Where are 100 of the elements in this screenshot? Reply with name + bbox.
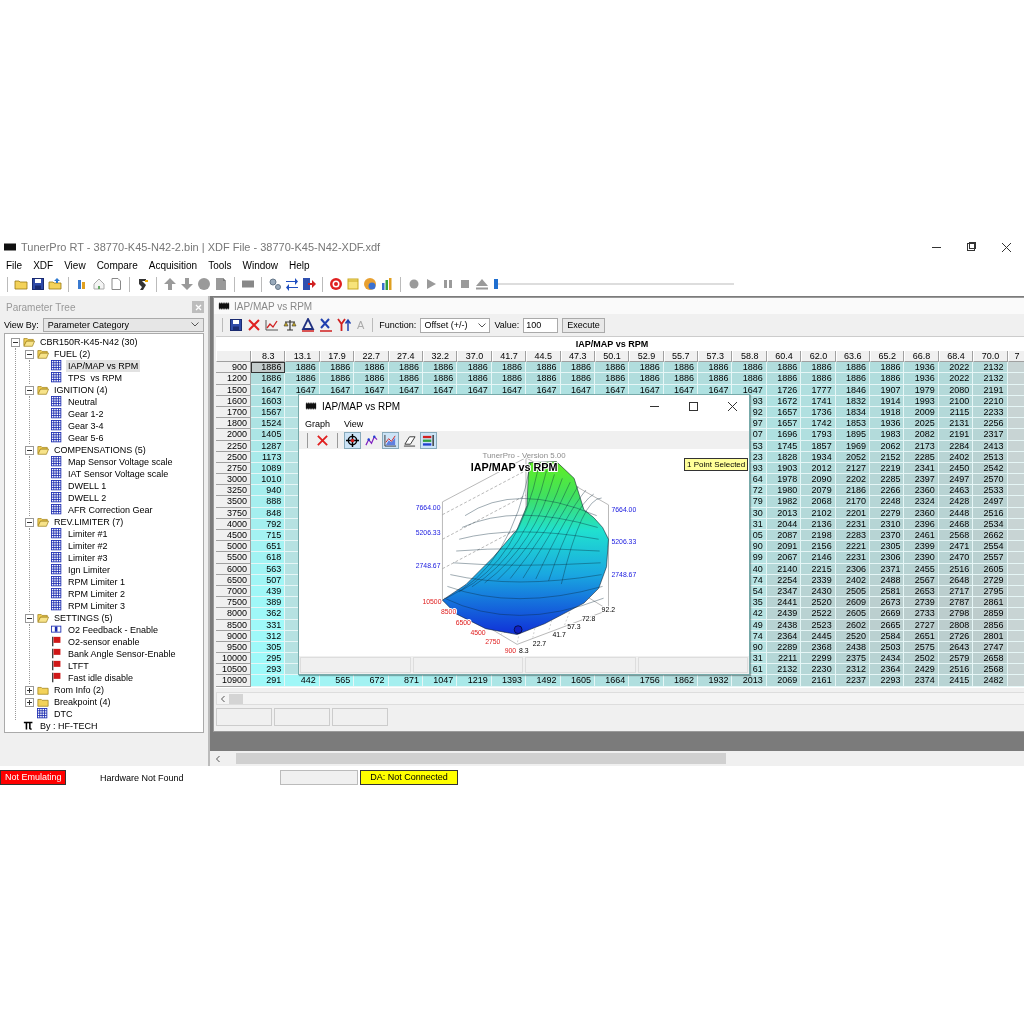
- tree-item[interactable]: RPM Limiter 1: [66, 576, 127, 588]
- horizontal-scrollbar[interactable]: [216, 692, 1024, 705]
- tree-item[interactable]: Limiter #3: [66, 552, 110, 564]
- tree-item[interactable]: CBR150R-K45-N42 (30): [38, 336, 140, 348]
- expand-icon[interactable]: [25, 697, 34, 707]
- eraser-icon[interactable]: [403, 433, 416, 447]
- caret-icon[interactable]: [191, 322, 199, 327]
- tree-item[interactable]: LTFT: [66, 660, 91, 672]
- tree-item[interactable]: Bank Angle Sensor-Enable: [66, 648, 178, 660]
- pen-icon[interactable]: [136, 277, 150, 291]
- delete-icon[interactable]: [247, 318, 261, 332]
- swap-arrows-icon[interactable]: [285, 277, 299, 291]
- function-dropdown[interactable]: Offset (+/-): [420, 317, 491, 333]
- tree-item[interactable]: Limiter #2: [66, 540, 110, 552]
- tree-item[interactable]: Limiter #1: [66, 528, 110, 540]
- tree-item[interactable]: Ign Limiter: [66, 564, 113, 576]
- tree-item[interactable]: Gear 3-4: [66, 420, 106, 432]
- chip-icon[interactable]: [241, 277, 255, 291]
- globe-icon[interactable]: [363, 277, 377, 291]
- tree-item[interactable]: IAT Sensor Voltage scale: [66, 468, 171, 480]
- play-icon[interactable]: [424, 277, 438, 291]
- y-axis-icon[interactable]: [337, 318, 351, 332]
- collapse-icon[interactable]: [25, 613, 34, 623]
- menu-item[interactable]: Window: [242, 259, 279, 271]
- caret-icon[interactable]: [478, 322, 487, 328]
- menu-item[interactable]: Compare: [96, 259, 138, 271]
- tree-item[interactable]: Breakpoint (4): [52, 696, 113, 708]
- tree-item[interactable]: AFR Correction Gear: [66, 504, 155, 516]
- area-chart-toggle[interactable]: [382, 431, 399, 449]
- collapse-icon[interactable]: [25, 349, 34, 359]
- menu-item[interactable]: Graph: [305, 418, 330, 429]
- collapse-icon[interactable]: [11, 337, 20, 347]
- down-arrow-icon[interactable]: [180, 277, 194, 291]
- bar-chart-icon[interactable]: [380, 277, 394, 291]
- export-icon[interactable]: [302, 277, 316, 291]
- close-icon[interactable]: [726, 400, 738, 412]
- house-icon[interactable]: [92, 277, 106, 291]
- tree-item[interactable]: FUEL (2): [52, 348, 93, 360]
- line-chart-icon[interactable]: [265, 318, 279, 332]
- triangle-icon[interactable]: [301, 318, 315, 332]
- horizontal-scrollbar[interactable]: [210, 751, 1024, 766]
- circle-icon[interactable]: [197, 277, 211, 291]
- trace-icon[interactable]: [365, 433, 378, 447]
- row-header: 2000: [216, 429, 251, 441]
- tree-item[interactable]: TPS vs RPM: [66, 372, 124, 384]
- pages-icon[interactable]: [214, 277, 228, 291]
- gears-icon[interactable]: [268, 277, 282, 291]
- tree-item[interactable]: IAP/MAP vs RPM: [66, 360, 141, 372]
- tree-item[interactable]: RPM Limiter 3: [66, 600, 127, 612]
- target-icon[interactable]: [329, 277, 343, 291]
- scroll-thumb[interactable]: [229, 693, 243, 704]
- tree-item[interactable]: COMPENSATIONS (5): [52, 444, 148, 456]
- tree-item[interactable]: SETTINGS (5): [52, 612, 115, 624]
- delete-icon[interactable]: [316, 433, 329, 447]
- tree-item[interactable]: Neutral: [66, 396, 99, 408]
- tree-item[interactable]: DTC: [52, 708, 75, 720]
- menu-item[interactable]: Help: [289, 259, 310, 271]
- tree-item[interactable]: O2 Feedback - Enable: [66, 624, 161, 636]
- tree-item[interactable]: DWELL 2: [66, 492, 109, 504]
- tree-item[interactable]: O2-sensor enable: [66, 636, 142, 648]
- x-axis-icon[interactable]: [319, 318, 333, 332]
- maximize-icon[interactable]: [687, 400, 699, 412]
- collapse-icon[interactable]: [25, 445, 34, 455]
- collapse-icon[interactable]: [25, 385, 34, 395]
- balance-icon[interactable]: [283, 318, 297, 332]
- tree-item[interactable]: DWELL 1: [66, 480, 109, 492]
- expand-icon[interactable]: [25, 685, 34, 695]
- menu-item[interactable]: XDF: [33, 259, 54, 271]
- page-icon[interactable]: [109, 277, 123, 291]
- tree-item[interactable]: Map Sensor Voltage scale: [66, 456, 175, 468]
- stop-icon[interactable]: [458, 277, 472, 291]
- maximize-icon[interactable]: [966, 241, 977, 253]
- execute-button[interactable]: Execute: [562, 317, 605, 333]
- menu-item[interactable]: View: [344, 418, 364, 429]
- up-arrow-icon[interactable]: [163, 277, 177, 291]
- collapse-icon[interactable]: [25, 517, 34, 527]
- pause-icon[interactable]: [441, 277, 455, 291]
- view-by-dropdown[interactable]: Parameter Category: [42, 317, 204, 332]
- tree-item[interactable]: Gear 1-2: [66, 408, 106, 420]
- tree-item[interactable]: Gear 5-6: [66, 432, 106, 444]
- position-slider[interactable]: [494, 278, 734, 290]
- tree-item[interactable]: By : HF-TECH: [38, 720, 100, 732]
- menu-item[interactable]: Tools: [208, 259, 232, 271]
- menu-item[interactable]: Acquisition: [148, 259, 198, 271]
- close-icon[interactable]: [1001, 241, 1012, 253]
- menu-item[interactable]: View: [64, 259, 86, 271]
- tree-item[interactable]: REV.LIMITER (7): [52, 516, 126, 528]
- record-icon[interactable]: [407, 277, 421, 291]
- tree-item[interactable]: IGNITION (4): [52, 384, 110, 396]
- value-field[interactable]: 100: [523, 317, 559, 333]
- menu-item[interactable]: File: [6, 259, 23, 271]
- crosshair-toggle[interactable]: [344, 431, 361, 449]
- slider-thumb[interactable]: [494, 279, 498, 289]
- tree-item[interactable]: RPM Limiter 2: [66, 588, 127, 600]
- scroll-thumb[interactable]: [236, 753, 726, 764]
- legend-toggle[interactable]: [420, 431, 437, 449]
- tree-item[interactable]: Fast idle disable: [66, 672, 136, 684]
- folder-icon[interactable]: [48, 277, 62, 291]
- eject-icon[interactable]: [475, 277, 489, 291]
- tree-item[interactable]: Rom Info (2): [52, 684, 106, 696]
